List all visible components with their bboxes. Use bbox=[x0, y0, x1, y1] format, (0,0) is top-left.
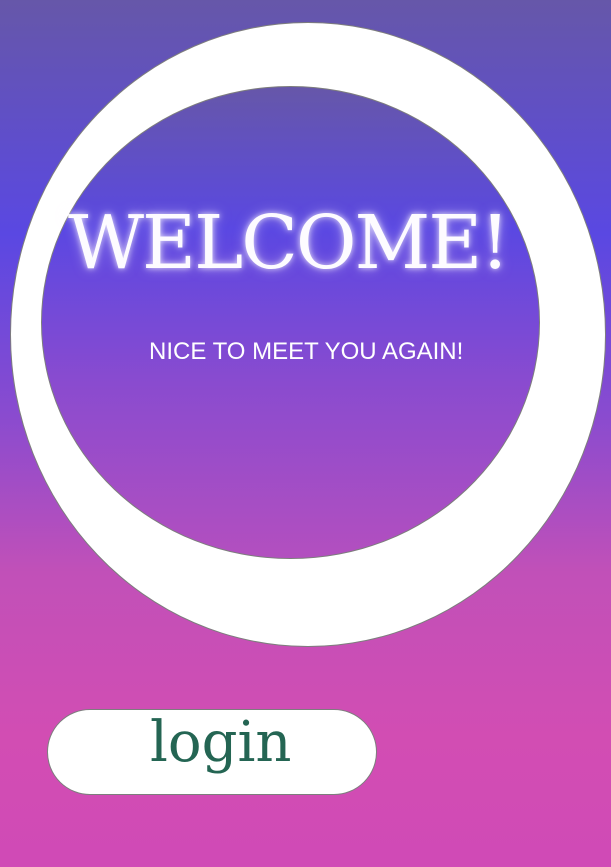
welcome-subtitle: NICE TO MEET YOU AGAIN! bbox=[149, 338, 464, 365]
login-button-label: login bbox=[150, 710, 292, 775]
welcome-title: WELCOME! bbox=[68, 200, 510, 286]
inner-circle-decoration bbox=[41, 86, 540, 559]
login-button[interactable]: login bbox=[47, 709, 377, 795]
